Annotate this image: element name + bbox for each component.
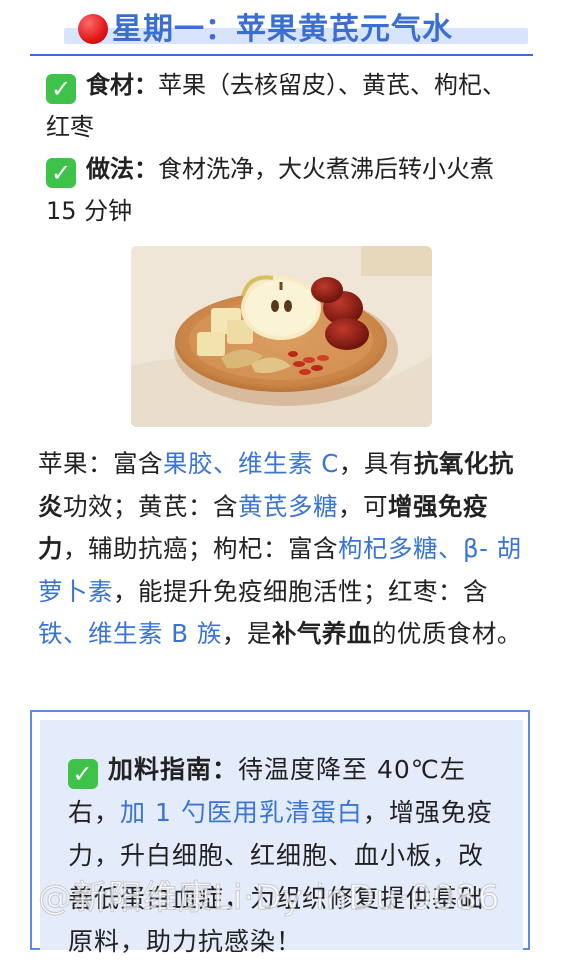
text-segment: ，具有 [338,449,414,478]
method-paragraph: ✓ 做法：食材洗净，大火煮沸后转小火煮 15 分钟 [46,148,526,232]
text-segment: 苹果：富含 [38,449,163,478]
tip-text: ✓ 加料指南：待温度降至 40℃左右，加 1 勺医用乳清蛋白，增强免疫力，升白细胞… [68,748,508,963]
text-segment: ，是 [221,619,272,648]
text-segment: ，可 [338,491,388,521]
page-title: 星期一：苹果黄芪元气水 [78,4,453,48]
check-mark-icon: ✓ [46,158,76,188]
tip-highlight: 加 1 勺医用乳清蛋白 [120,798,363,827]
ingredients-label: 食材： [86,71,158,99]
highlight-segment: 果胶、维生素 C [163,449,339,478]
section-header: 星期一：苹果黄芪元气水 [30,0,533,56]
food-photo [131,246,432,427]
method-label: 做法： [86,155,158,183]
tip-label: 加料指南： [108,755,239,784]
watermark: @新阳维康Li·Dy·inDu·0086 [37,878,501,919]
nutrition-description: 苹果：富含果胶、维生素 C，具有抗氧化抗炎功效；黄芪：含黄芪多糖，可增强免疫力，… [38,443,528,656]
text-segment: ，能提升免疫细胞活性；红枣：含 [113,576,488,606]
red-circle-icon [78,14,108,44]
text-segment: 的优质食材。 [371,619,522,648]
text-segment: ，辅助抗癌；枸杞：富含 [63,534,338,563]
title-text: 星期一：苹果黄芪元气水 [112,12,453,47]
highlight-segment: 铁、维生素 B 族 [38,619,222,648]
bold-segment: 补气养血 [271,619,372,648]
text-segment: 功效；黄芪：含 [63,491,238,521]
check-mark-icon: ✓ [46,74,76,104]
ingredients-paragraph: ✓ 食材：苹果（去核留皮）、黄芪、枸杞、红枣 [46,64,526,148]
highlight-segment: 黄芪多糖 [238,491,338,521]
title-divider [30,54,533,56]
check-mark-icon: ✓ [68,759,98,789]
apple-dish-illustration [131,246,432,427]
